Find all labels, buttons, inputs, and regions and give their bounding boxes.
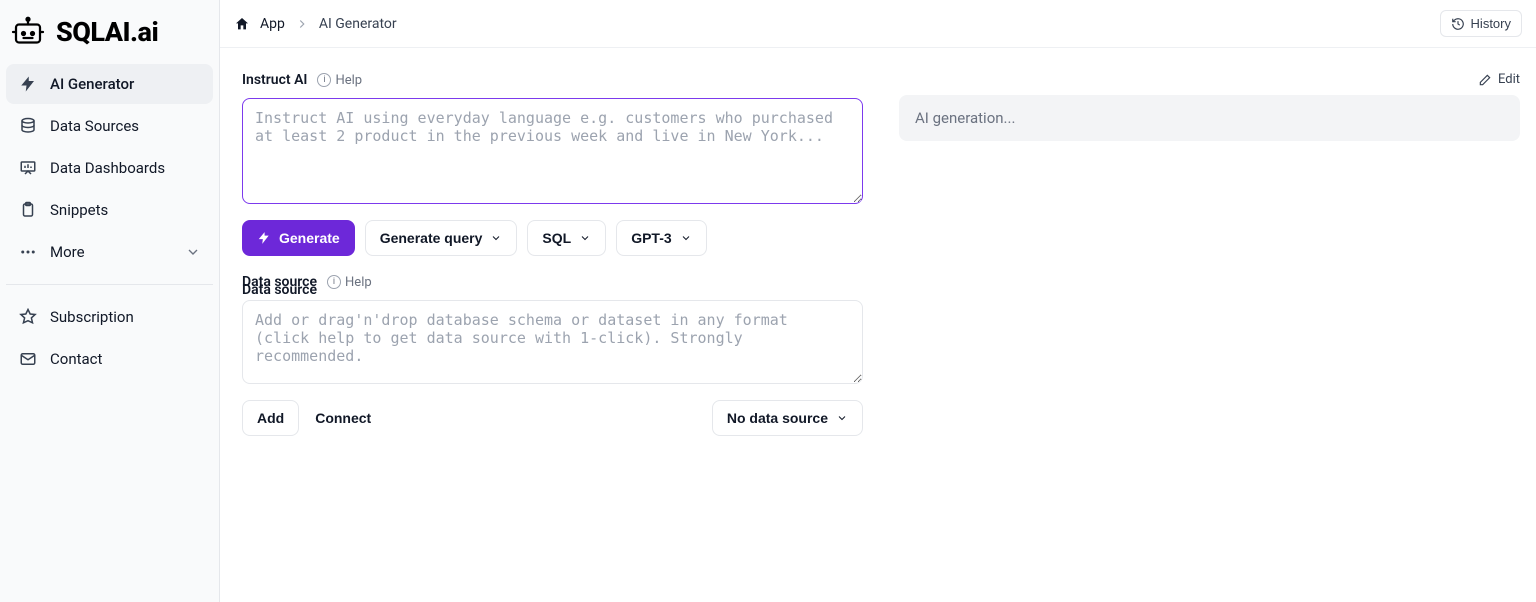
add-button[interactable]: Add — [242, 400, 299, 436]
language-label: SQL — [542, 230, 571, 246]
main: App AI Generator History Instruct AI — [220, 0, 1536, 602]
info-icon: i — [317, 73, 331, 87]
bolt-icon — [257, 231, 271, 245]
datasource-help[interactable]: i Help — [327, 275, 372, 290]
content: Instruct AI i Help Generate — [220, 48, 1536, 602]
chevron-down-icon — [680, 232, 692, 244]
info-icon: i — [327, 275, 341, 289]
action-row: Generate Generate query SQL — [242, 220, 863, 256]
sidebar-item-subscription[interactable]: Subscription — [6, 297, 213, 337]
sidebar-item-contact[interactable]: Contact — [6, 339, 213, 379]
connect-button[interactable]: Connect — [309, 401, 377, 435]
sidebar-item-label: Contact — [50, 350, 102, 368]
sidebar-item-label: More — [50, 243, 85, 261]
datasource-section: Data source Data source document.current… — [242, 282, 863, 436]
history-button[interactable]: History — [1440, 10, 1522, 37]
generate-query-label: Generate query — [380, 230, 483, 246]
edit-button[interactable]: Edit — [1478, 72, 1520, 87]
brand-name: SQLAI.ai — [56, 16, 158, 48]
presentation-icon — [18, 158, 38, 178]
history-label: History — [1471, 16, 1511, 31]
mail-icon — [18, 349, 38, 369]
datasource-label-row-real: Data source i Help — [242, 274, 863, 290]
breadcrumb-current: AI Generator — [319, 16, 397, 32]
datasource-input[interactable] — [242, 300, 863, 384]
sidebar: SQLAI.ai AI Generator Data Sources — [0, 0, 220, 602]
datasource-selected-label: No data source — [727, 410, 828, 426]
model-dropdown[interactable]: GPT-3 — [616, 220, 706, 256]
sidebar-item-label: AI Generator — [50, 75, 134, 93]
instruct-help[interactable]: i Help — [317, 73, 362, 88]
topbar: App AI Generator History — [220, 0, 1536, 48]
history-icon — [1451, 17, 1465, 31]
sidebar-item-snippets[interactable]: Snippets — [6, 190, 213, 230]
breadcrumb: App AI Generator — [234, 16, 397, 32]
brand-robot-icon — [10, 14, 46, 50]
sidebar-item-label: Snippets — [50, 201, 108, 219]
model-label: GPT-3 — [631, 230, 671, 246]
sidebar-item-label: Data Sources — [50, 117, 139, 135]
instruct-label: Instruct AI — [242, 72, 307, 88]
sidebar-item-data-dashboards[interactable]: Data Dashboards — [6, 148, 213, 188]
brand: SQLAI.ai — [0, 8, 219, 64]
sidebar-nav: AI Generator Data Sources Data Dashboard… — [0, 64, 219, 379]
edit-label: Edit — [1498, 72, 1520, 87]
chevron-right-icon — [295, 17, 309, 31]
sidebar-item-more[interactable]: More — [6, 232, 213, 272]
chevron-down-icon — [836, 412, 848, 424]
add-label: Add — [257, 410, 284, 426]
generation-placeholder: AI generation... — [915, 109, 1015, 127]
dots-icon — [18, 242, 38, 262]
database-icon — [18, 116, 38, 136]
datasource-action-row: Add Connect No data source — [242, 400, 863, 436]
sidebar-divider — [6, 284, 213, 285]
sidebar-item-label: Data Dashboards — [50, 159, 165, 177]
breadcrumb-root[interactable]: App — [260, 16, 285, 32]
chevron-down-icon — [185, 244, 201, 260]
chevron-down-icon — [490, 232, 502, 244]
generate-label: Generate — [279, 230, 340, 246]
sidebar-item-data-sources[interactable]: Data Sources — [6, 106, 213, 146]
datasource-label-text: Data source — [242, 274, 317, 290]
generation-output: AI generation... — [899, 95, 1520, 141]
datasource-select[interactable]: No data source — [712, 400, 863, 436]
sidebar-item-label: Subscription — [50, 308, 134, 326]
connect-label: Connect — [315, 410, 371, 426]
right-toolbar: Edit — [899, 72, 1520, 87]
left-pane: Instruct AI i Help Generate — [242, 72, 863, 578]
datasource-help-label: Help — [345, 275, 372, 290]
bolt-icon — [18, 74, 38, 94]
language-dropdown[interactable]: SQL — [527, 220, 606, 256]
chevron-down-icon — [579, 232, 591, 244]
instruct-help-label: Help — [335, 73, 362, 88]
right-pane: Edit AI generation... — [899, 72, 1520, 578]
instruct-input[interactable] — [242, 98, 863, 204]
home-icon[interactable] — [234, 16, 250, 32]
clipboard-icon — [18, 200, 38, 220]
sidebar-item-ai-generator[interactable]: AI Generator — [6, 64, 213, 104]
star-icon — [18, 307, 38, 327]
instruct-label-row: Instruct AI i Help — [242, 72, 863, 88]
edit-icon — [1478, 73, 1492, 87]
generate-button[interactable]: Generate — [242, 220, 355, 256]
generate-query-dropdown[interactable]: Generate query — [365, 220, 518, 256]
